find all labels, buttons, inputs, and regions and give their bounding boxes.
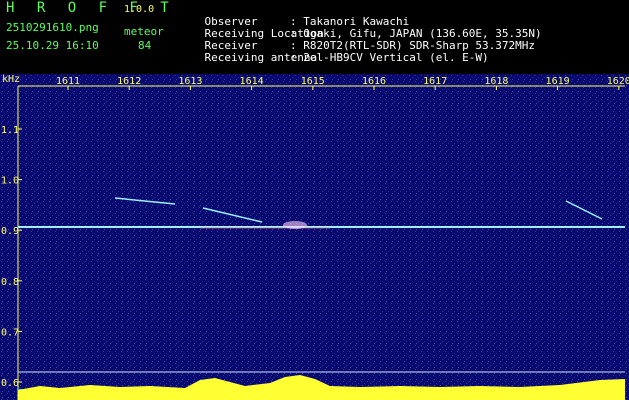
info-antenna: Receiving antenna: 2el-HB9CV Vertical (e… [178,40,489,76]
meteor-label: meteor [124,25,164,38]
x-tick-label: 1617 [423,76,447,87]
spectrogram-plot: kHz 1611 1612 1613 1614 1615 1616 1617 1618 1619… [0,74,629,400]
y-tick-label: 0.8 [1,277,19,288]
x-tick-label: 1619 [546,76,570,87]
x-tick-label: 1611 [56,76,80,87]
y-tick-label: 1.1 [1,125,19,136]
header-panel: H R O F F T 1.0.0 2510291610.png 25.10.2… [0,0,629,74]
info-value: : 2el-HB9CV Vertical (el. E-W) [290,51,489,64]
x-tick-label: 1615 [301,76,325,87]
x-tick-label: 1612 [117,76,141,87]
y-tick-label: 1.0 [1,176,19,187]
x-tick-label: 1620 [607,76,629,87]
x-tick-label: 1618 [484,76,508,87]
meteor-burst [283,221,307,229]
x-tick-label: 1613 [178,76,202,87]
spectrogram-background [0,74,629,400]
app-version: 1.0.0 [124,4,155,15]
y-tick-label: 0.7 [1,327,19,338]
x-tick-label: 1614 [240,76,264,87]
timestamp: 25.10.29 16:10 [6,39,99,52]
y-tick-label: 0.9 [1,226,19,237]
y-unit-label: kHz [2,74,20,85]
y-tick-label: 0.6 [1,378,19,389]
x-tick-label: 1616 [362,76,386,87]
meteor-count: 84 [138,39,152,52]
filename: 2510291610.png [6,21,99,34]
